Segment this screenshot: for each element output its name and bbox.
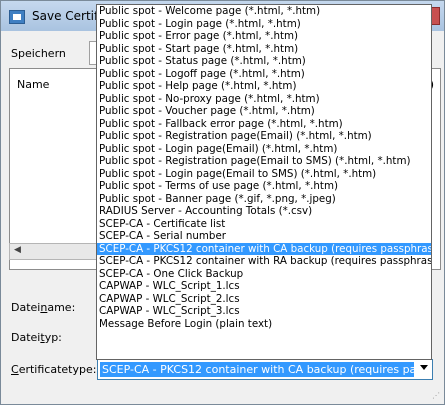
certificatetype-option[interactable]: SCEP-CA - Certificate list [97, 218, 431, 231]
certificatetype-option[interactable]: RADIUS Server - Accounting Totals (*.csv… [97, 205, 431, 218]
horizontal-scrollbar[interactable]: ◀ [9, 243, 99, 260]
certificatetype-dropdown-list[interactable]: Public spot - Welcome page (*.html, *.ht… [96, 4, 432, 360]
scroll-left-arrow-icon[interactable]: ◀ [14, 245, 21, 255]
certificatetype-option[interactable]: SCEP-CA - PKCS12 container with CA backu… [97, 242, 431, 255]
certificatetype-option[interactable]: Public spot - Login page (*.html, *.htm) [97, 18, 431, 31]
certificatetype-label: Certificatetype: [11, 363, 97, 376]
certificatetype-option[interactable]: Public spot - Registration page(Email to… [97, 155, 431, 168]
filename-label: Dateiname: [11, 301, 76, 314]
chevron-down-icon[interactable] [420, 365, 428, 370]
certificatetype-option[interactable]: Public spot - Error page (*.html, *.htm) [97, 30, 431, 43]
certificatetype-option[interactable]: Public spot - Voucher page (*.html, *.ht… [97, 105, 431, 118]
certificatetype-option[interactable]: SCEP-CA - Serial number [97, 230, 431, 243]
column-header-name[interactable]: Name [17, 78, 49, 91]
resize-grip-icon[interactable]: ⋰ [432, 391, 440, 400]
certificatetype-option[interactable]: Public spot - Terms of use page (*.html,… [97, 180, 431, 193]
certificatetype-option[interactable]: Public spot - Registration page(Email) (… [97, 130, 431, 143]
certificatetype-option[interactable]: Public spot - Login page(Email to SMS) (… [97, 168, 431, 181]
save-in-label: Speichern [11, 47, 66, 60]
certificatetype-option[interactable]: CAPWAP - WLC_Script_1.lcs [97, 280, 431, 293]
certificatetype-option[interactable]: SCEP-CA - PKCS12 container with RA backu… [97, 255, 431, 268]
certificatetype-selected-value: SCEP-CA - PKCS12 container with CA backu… [100, 362, 414, 377]
certificatetype-option[interactable]: Public spot - Login page(Email) (*.html,… [97, 143, 431, 156]
certificatetype-option[interactable]: SCEP-CA - One Click Backup [97, 268, 431, 281]
certificatetype-option[interactable]: Public spot - Logoff page (*.html, *.htm… [97, 68, 431, 81]
certificatetype-option[interactable]: Public spot - Welcome page (*.html, *.ht… [97, 5, 431, 18]
certificatetype-option[interactable]: Public spot - Status page (*.html, *.htm… [97, 55, 431, 68]
certificatetype-option[interactable]: Public spot - No-proxy page (*.html, *.h… [97, 93, 431, 106]
certificatetype-option[interactable]: CAPWAP - WLC_Script_3.lcs [97, 305, 431, 318]
certificatetype-option[interactable]: Public spot - Help page (*.html, *.htm) [97, 80, 431, 93]
certificatetype-option[interactable]: Message Before Login (plain text) [97, 318, 431, 331]
filetype-label: Dateityp: [11, 331, 62, 344]
window-title: Save Certifi [32, 9, 102, 23]
app-icon [9, 10, 25, 24]
certificatetype-option[interactable]: CAPWAP - WLC_Script_2.lcs [97, 293, 431, 306]
certificatetype-option[interactable]: Public spot - Start page (*.html, *.htm) [97, 43, 431, 56]
certificatetype-option[interactable]: Public spot - Fallback error page (*.htm… [97, 118, 431, 131]
certificatetype-select[interactable]: SCEP-CA - PKCS12 container with CA backu… [97, 359, 433, 380]
certificatetype-option[interactable]: Public spot - Banner page (*.gif, *.png,… [97, 193, 431, 206]
